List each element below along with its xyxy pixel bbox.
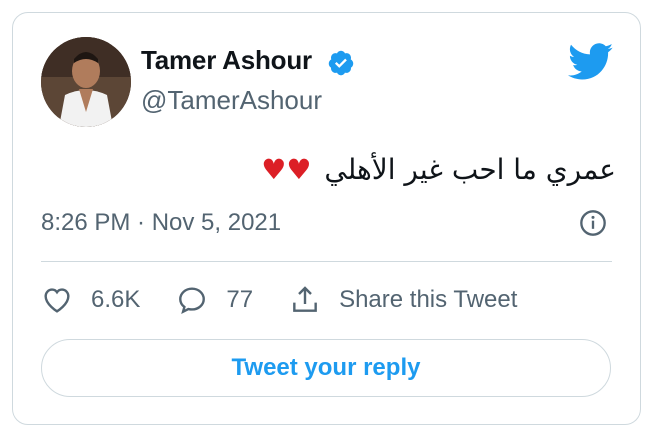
verified-icon [328,50,354,76]
twitter-bird-icon[interactable] [568,43,614,81]
avatar[interactable] [41,37,131,127]
reply-count: 77 [226,286,254,313]
tweet-text: عمري ما احب غير الأهلي ♥♥ [213,153,616,186]
reply-action-button[interactable]: 77 [176,284,253,316]
share-icon [293,286,317,312]
tweet-card: Tamer Ashour @TamerAshour عمري ما احب غي… [12,12,641,425]
like-icon [44,288,70,313]
info-icon[interactable] [579,209,607,237]
share-label: Share this Tweet [339,286,518,313]
divider [41,261,612,262]
heart-emoji: ♥♥ [261,153,312,186]
tweet-text-body: عمري ما احب غير الأهلي [324,153,616,186]
share-button[interactable]: Share this Tweet [289,284,517,316]
tweet-your-reply-button[interactable]: Tweet your reply [41,339,611,397]
action-bar: 6.6K 77 Share this Tweet [41,283,553,317]
handle[interactable]: @TamerAshour [141,85,322,116]
display-name[interactable]: Tamer Ashour [141,45,312,76]
reply-icon [179,287,206,315]
like-count: 6.6K [91,286,141,313]
timestamp[interactable]: 8:26 PM · Nov 5, 2021 [41,209,281,237]
like-button[interactable]: 6.6K [41,284,140,316]
